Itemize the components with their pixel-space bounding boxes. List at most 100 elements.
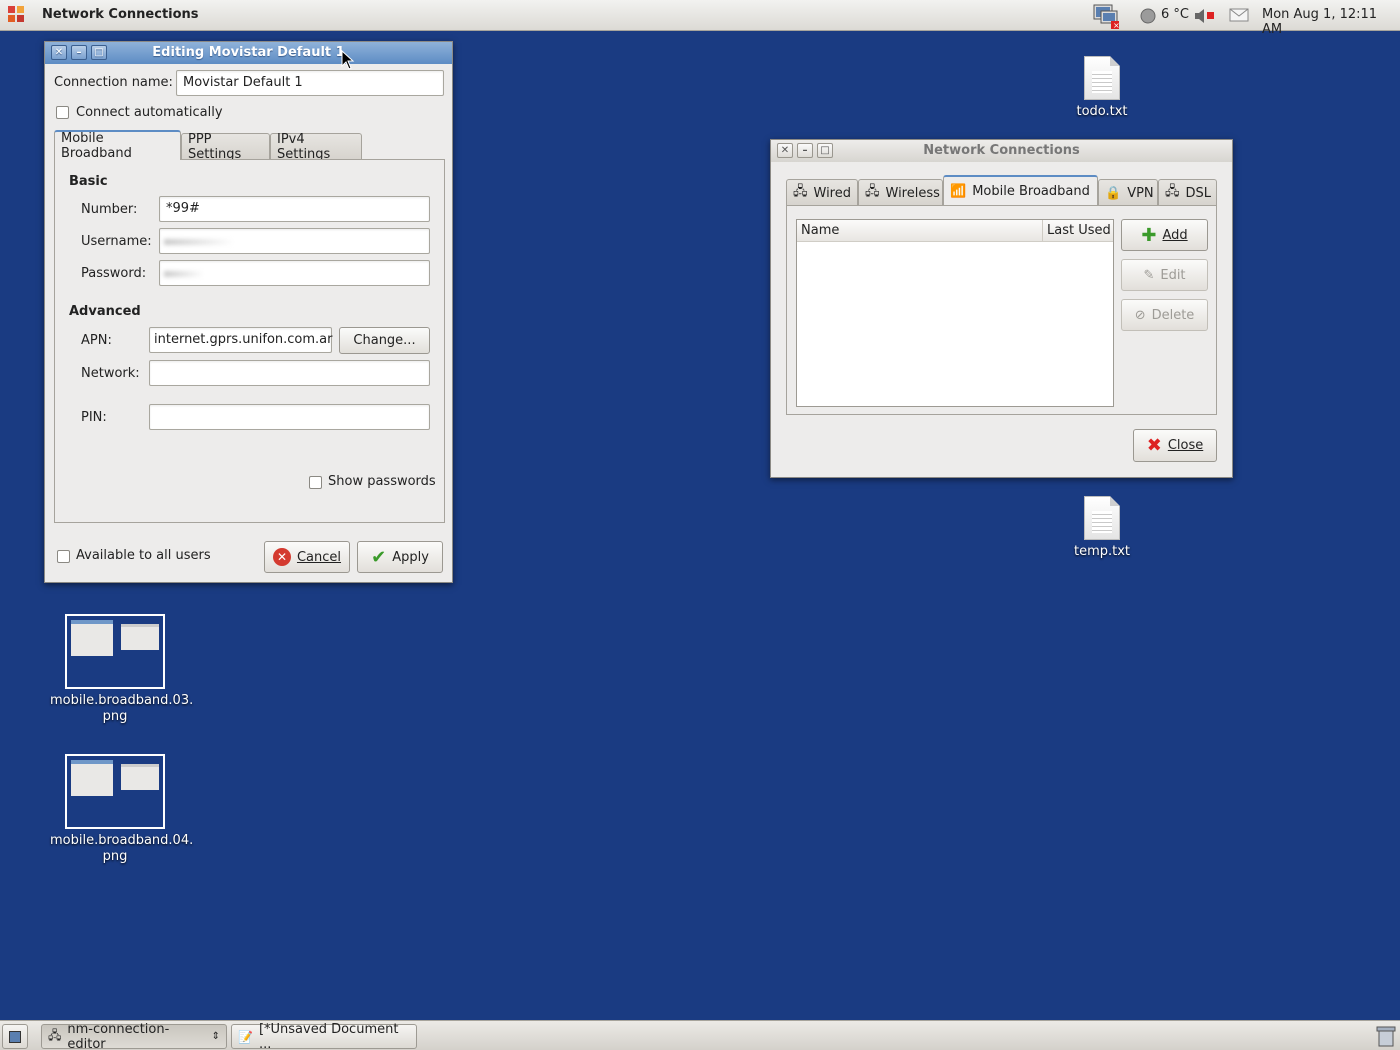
temperature-label[interactable]: 6 °C (1161, 7, 1189, 22)
tab-wireless[interactable]: 🖧 Wireless (858, 179, 943, 206)
network-status-icon[interactable]: × (1092, 2, 1122, 30)
applications-menu-icon[interactable] (8, 6, 26, 24)
minimize-icon[interactable]: – (797, 143, 813, 158)
connections-list[interactable]: Name Last Used (796, 219, 1114, 407)
network-input[interactable] (149, 360, 430, 386)
edit-connection-dialog: ✕ – □ Editing Movistar Default 1 Connect… (44, 41, 453, 583)
dsl-network-icon: 🖧 (1165, 184, 1180, 199)
list-header: Name Last Used (797, 220, 1113, 242)
change-apn-button[interactable]: Change... (339, 327, 430, 354)
connect-automatically-label: Connect automatically (76, 105, 223, 120)
tab-label: PPP Settings (188, 132, 242, 162)
bottom-panel: 🖧 nm-connection-editor ⇕ 📝 [*Unsaved Doc… (0, 1020, 1400, 1050)
window-titlebar[interactable]: ✕ – □ Network Connections (771, 140, 1232, 162)
window-title: Editing Movistar Default 1 (152, 45, 345, 60)
clock[interactable]: Mon Aug 1, 12:11 AM (1262, 7, 1400, 37)
trash-icon[interactable] (1376, 1025, 1396, 1047)
add-icon: ✚ (1141, 224, 1157, 246)
minimize-icon[interactable]: – (71, 45, 87, 60)
taskbar-item-nm-connection-editor[interactable]: 🖧 nm-connection-editor ⇕ (41, 1021, 227, 1050)
show-desktop-icon (9, 1030, 21, 1043)
password-input[interactable] (159, 260, 430, 286)
apply-button-label: Apply (392, 549, 429, 565)
password-label: Password: (81, 266, 147, 281)
checkmark-icon: ✔ (371, 546, 387, 568)
edit-button-label: Edit (1160, 267, 1186, 283)
apply-button[interactable]: ✔ Apply (357, 541, 443, 573)
window-titlebar[interactable]: ✕ – □ Editing Movistar Default 1 (45, 42, 452, 64)
desktop-file-todo[interactable]: todo.txt (1037, 56, 1167, 119)
text-file-icon (1084, 56, 1120, 100)
tab-mobile-broadband[interactable]: 📶 Mobile Broadband (943, 175, 1098, 205)
weather-icon[interactable] (1139, 7, 1157, 25)
maximize-icon[interactable]: □ (817, 143, 833, 158)
tab-label: IPv4 Settings (277, 132, 331, 162)
taskbar-item-unsaved-document[interactable]: 📝 [*Unsaved Document ... (231, 1021, 417, 1050)
add-button[interactable]: ✚ Add (1121, 219, 1208, 251)
cancel-button[interactable]: ✕ Cancel (264, 541, 350, 573)
show-passwords-checkbox[interactable] (309, 476, 322, 489)
close-icon[interactable]: ✕ (51, 45, 67, 60)
delete-button[interactable]: ⊘ Delete (1121, 299, 1208, 331)
window-title: Network Connections (923, 143, 1080, 158)
tab-dsl[interactable]: 🖧 DSL (1158, 179, 1217, 206)
edit-icon: ✎ (1143, 267, 1155, 283)
tab-label: Mobile Broadband (61, 131, 132, 161)
maximize-icon[interactable]: □ (91, 45, 107, 60)
blurred-value (164, 271, 204, 277)
delete-button-label: Delete (1151, 307, 1195, 323)
tab-label: Wireless (885, 185, 940, 201)
desktop-file-temp[interactable]: temp.txt (1037, 496, 1167, 559)
tab-wired[interactable]: 🖧 Wired (786, 179, 858, 206)
chevron-updown-icon: ⇕ (211, 1031, 220, 1042)
available-all-users-label: Available to all users (76, 548, 211, 563)
desktop-file-broadband-04[interactable]: mobile.broadband.04. png (50, 754, 194, 865)
network-label: Network: (81, 366, 140, 381)
column-header-name[interactable]: Name (801, 223, 839, 238)
apn-input[interactable]: internet.gprs.unifon.com.ar (149, 327, 332, 353)
available-all-users-checkbox[interactable] (57, 550, 70, 563)
taskbar-item-label: nm-connection-editor (67, 1021, 170, 1050)
apn-label: APN: (81, 333, 112, 348)
show-desktop-button[interactable] (2, 1024, 28, 1049)
tab-label: Mobile Broadband (972, 183, 1090, 199)
network-app-icon: 🖧 (48, 1028, 62, 1042)
tab-ppp-settings[interactable]: PPP Settings (181, 132, 270, 162)
username-label: Username: (81, 234, 152, 249)
show-passwords-label: Show passwords (328, 474, 436, 489)
wireless-network-icon: 🖧 (865, 184, 880, 199)
connect-automatically-checkbox[interactable] (56, 106, 69, 119)
tab-label: VPN (1127, 185, 1154, 201)
image-thumbnail-icon (65, 614, 165, 689)
connection-name-label: Connection name: (54, 75, 173, 90)
desktop-file-broadband-03[interactable]: mobile.broadband.03. png (50, 614, 193, 725)
column-header-last-used[interactable]: Last Used (1047, 223, 1111, 238)
mobile-broadband-settings-panel: Basic Number: *99# Username: Password: A… (54, 159, 445, 523)
desktop-file-label: mobile.broadband.04. png (50, 833, 194, 864)
blurred-value (164, 239, 234, 245)
cancel-button-label: Cancel (296, 549, 342, 565)
close-button[interactable]: ✖ Close (1133, 429, 1217, 462)
tab-mobile-broadband[interactable]: Mobile Broadband (54, 130, 181, 161)
edit-button[interactable]: ✎ Edit (1121, 259, 1208, 291)
tab-ipv4-settings[interactable]: IPv4 Settings (270, 132, 362, 162)
wired-network-icon: 🖧 (793, 184, 808, 199)
tab-vpn[interactable]: 🔒 VPN (1098, 179, 1158, 206)
number-input[interactable]: *99# (159, 196, 430, 222)
pin-input[interactable] (149, 404, 430, 430)
mail-icon[interactable] (1229, 8, 1249, 22)
desktop-file-label: todo.txt (1076, 104, 1128, 119)
close-icon[interactable]: ✕ (777, 143, 793, 158)
tab-label: DSL (1185, 185, 1212, 201)
tab-label: Wired (813, 185, 852, 201)
basic-heading: Basic (69, 174, 108, 189)
username-input[interactable] (159, 228, 430, 254)
delete-icon: ⊘ (1134, 307, 1146, 323)
network-connections-window: ✕ – □ Network Connections 🖧 Wired 🖧 Wirele… (770, 139, 1233, 478)
desktop-file-label: temp.txt (1073, 544, 1131, 559)
connection-name-input[interactable]: Movistar Default 1 (176, 70, 444, 96)
text-editor-icon: 📝 (238, 1029, 253, 1044)
cancel-icon: ✕ (272, 548, 291, 566)
taskbar-item-label: [*Unsaved Document ... (258, 1021, 399, 1050)
volume-muted-icon[interactable] (1193, 7, 1215, 25)
